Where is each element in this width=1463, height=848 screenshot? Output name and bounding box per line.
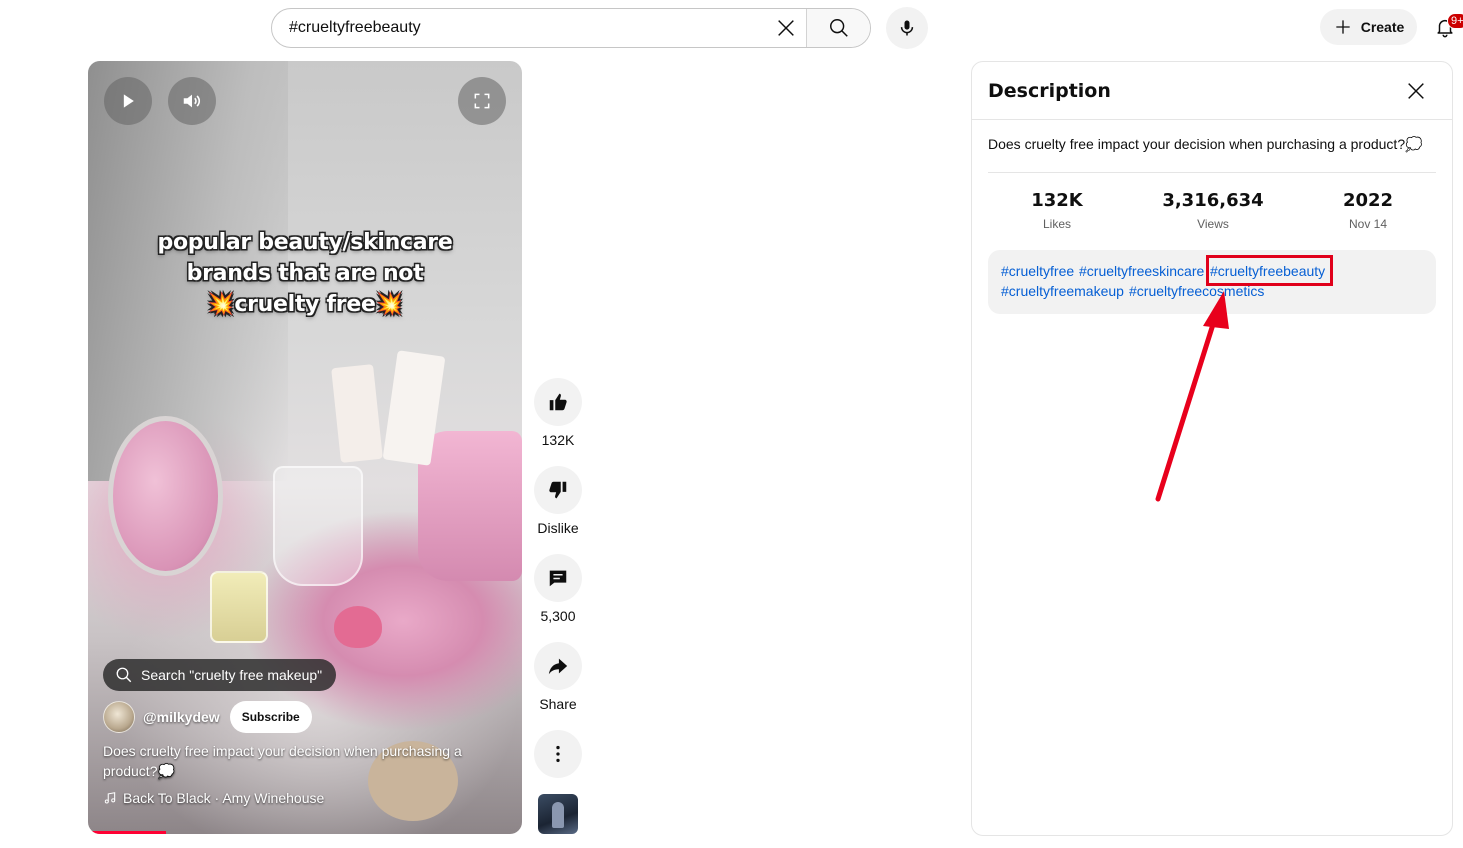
like-count: 132K	[541, 432, 575, 448]
panel-title: Description	[988, 80, 1111, 102]
play-icon	[123, 94, 134, 108]
subscribe-button[interactable]: Subscribe	[229, 701, 312, 733]
fullscreen-icon	[474, 93, 490, 109]
comments-action: 5,300	[534, 554, 582, 624]
video-scene-glass	[273, 466, 363, 586]
music-row[interactable]: Back To Black · Amy Winehouse	[103, 790, 324, 806]
music-title: Back To Black · Amy Winehouse	[123, 790, 325, 806]
hashtag-link[interactable]: #crueltyfreebeauty	[1210, 263, 1325, 279]
related-search-label: Search "cruelty free makeup"	[141, 667, 323, 683]
stat-likes: 132K Likes	[987, 190, 1127, 231]
stat-label: Nov 14	[1348, 217, 1388, 231]
search-box	[271, 8, 871, 48]
plus-icon	[1336, 20, 1350, 34]
search-icon	[829, 19, 848, 37]
overlay-line: brands that are not	[186, 261, 424, 286]
shorts-page: Create 9+	[0, 0, 1463, 848]
hashtag-link[interactable]: #crueltyfreemakeup	[1001, 283, 1124, 299]
hashtag-link[interactable]: #crueltyfreecosmetics	[1129, 283, 1264, 299]
volume-icon	[183, 94, 201, 108]
stat-views: 3,316,634 Views	[1143, 190, 1283, 231]
video-scene-tube	[331, 364, 383, 463]
channel-row: @milkydew Subscribe	[103, 701, 312, 733]
sound-thumbnail[interactable]	[538, 794, 578, 834]
close-icon	[778, 20, 794, 36]
divider	[988, 172, 1436, 173]
overlay-line: 💥cruelty free💥	[207, 292, 403, 317]
like-button[interactable]	[534, 378, 582, 426]
comments-button[interactable]	[534, 554, 582, 602]
video-scene-pouch	[418, 431, 522, 581]
stat-label: Views	[1197, 217, 1229, 231]
voice-search-button[interactable]	[886, 7, 928, 49]
stat-value: 2022	[1342, 190, 1394, 211]
video-overlay-caption: popular beauty/skincare brands that are …	[88, 227, 522, 320]
hashtags-box	[988, 250, 1436, 314]
search-icon	[116, 667, 132, 683]
stat-date: 2022 Nov 14	[1298, 190, 1438, 231]
stat-value: 132K	[1031, 190, 1083, 211]
channel-avatar[interactable]	[103, 701, 135, 733]
video-scene-candle	[210, 571, 268, 643]
share-action: Share	[534, 642, 582, 712]
search-input[interactable]	[272, 9, 768, 47]
create-button[interactable]: Create	[1320, 9, 1417, 45]
comment-icon	[549, 570, 567, 587]
related-search-pill[interactable]: Search "cruelty free makeup"	[103, 659, 337, 691]
dislike-button[interactable]	[534, 466, 582, 514]
video-description[interactable]: Does cruelty free impact your decision w…	[103, 741, 493, 781]
dislike-label: Dislike	[537, 520, 579, 536]
share-label: Share	[539, 696, 577, 712]
like-action: 132K	[534, 378, 582, 448]
video-scene-mirror	[108, 416, 223, 576]
microphone-icon	[900, 20, 914, 36]
thumbs-down-icon	[549, 481, 567, 499]
play-button[interactable]	[104, 77, 152, 125]
video-player[interactable]: popular beauty/skincare brands that are …	[88, 61, 522, 834]
create-label: Create	[1360, 19, 1405, 35]
hashtag-link[interactable]: #crueltyfreeskincare	[1079, 263, 1204, 279]
fullscreen-button[interactable]	[458, 77, 506, 125]
music-note-icon	[104, 792, 116, 804]
mute-button[interactable]	[168, 77, 216, 125]
notification-badge: 9+	[1447, 13, 1463, 29]
description-panel: Description Does cruelty free impact you…	[971, 61, 1453, 836]
hashtag-link[interactable]: #crueltyfree	[1001, 263, 1074, 279]
thumbs-up-icon	[549, 393, 567, 411]
stat-label: Likes	[1042, 217, 1071, 231]
clear-search-button[interactable]	[768, 9, 804, 47]
dislike-action: Dislike	[534, 466, 582, 536]
close-panel-button[interactable]	[1396, 76, 1436, 106]
more-options-button[interactable]	[534, 730, 582, 778]
share-icon	[548, 658, 568, 675]
comment-count: 5,300	[540, 608, 576, 624]
more-vertical-icon	[556, 745, 560, 763]
channel-name[interactable]: @milkydew	[143, 709, 220, 725]
search-button[interactable]	[806, 9, 870, 47]
panel-description: Does cruelty free impact your decision w…	[988, 136, 1423, 153]
overlay-line: popular beauty/skincare	[157, 230, 453, 255]
video-progress-bar[interactable]	[88, 831, 167, 834]
share-button[interactable]	[534, 642, 582, 690]
video-scene-sponge	[334, 606, 382, 648]
panel-header: Description	[972, 62, 1452, 120]
stat-value: 3,316,634	[1162, 190, 1264, 211]
more-action	[534, 730, 582, 778]
close-icon	[1408, 83, 1424, 99]
panel-description-text: Does cruelty free impact your decision w…	[988, 136, 1423, 152]
